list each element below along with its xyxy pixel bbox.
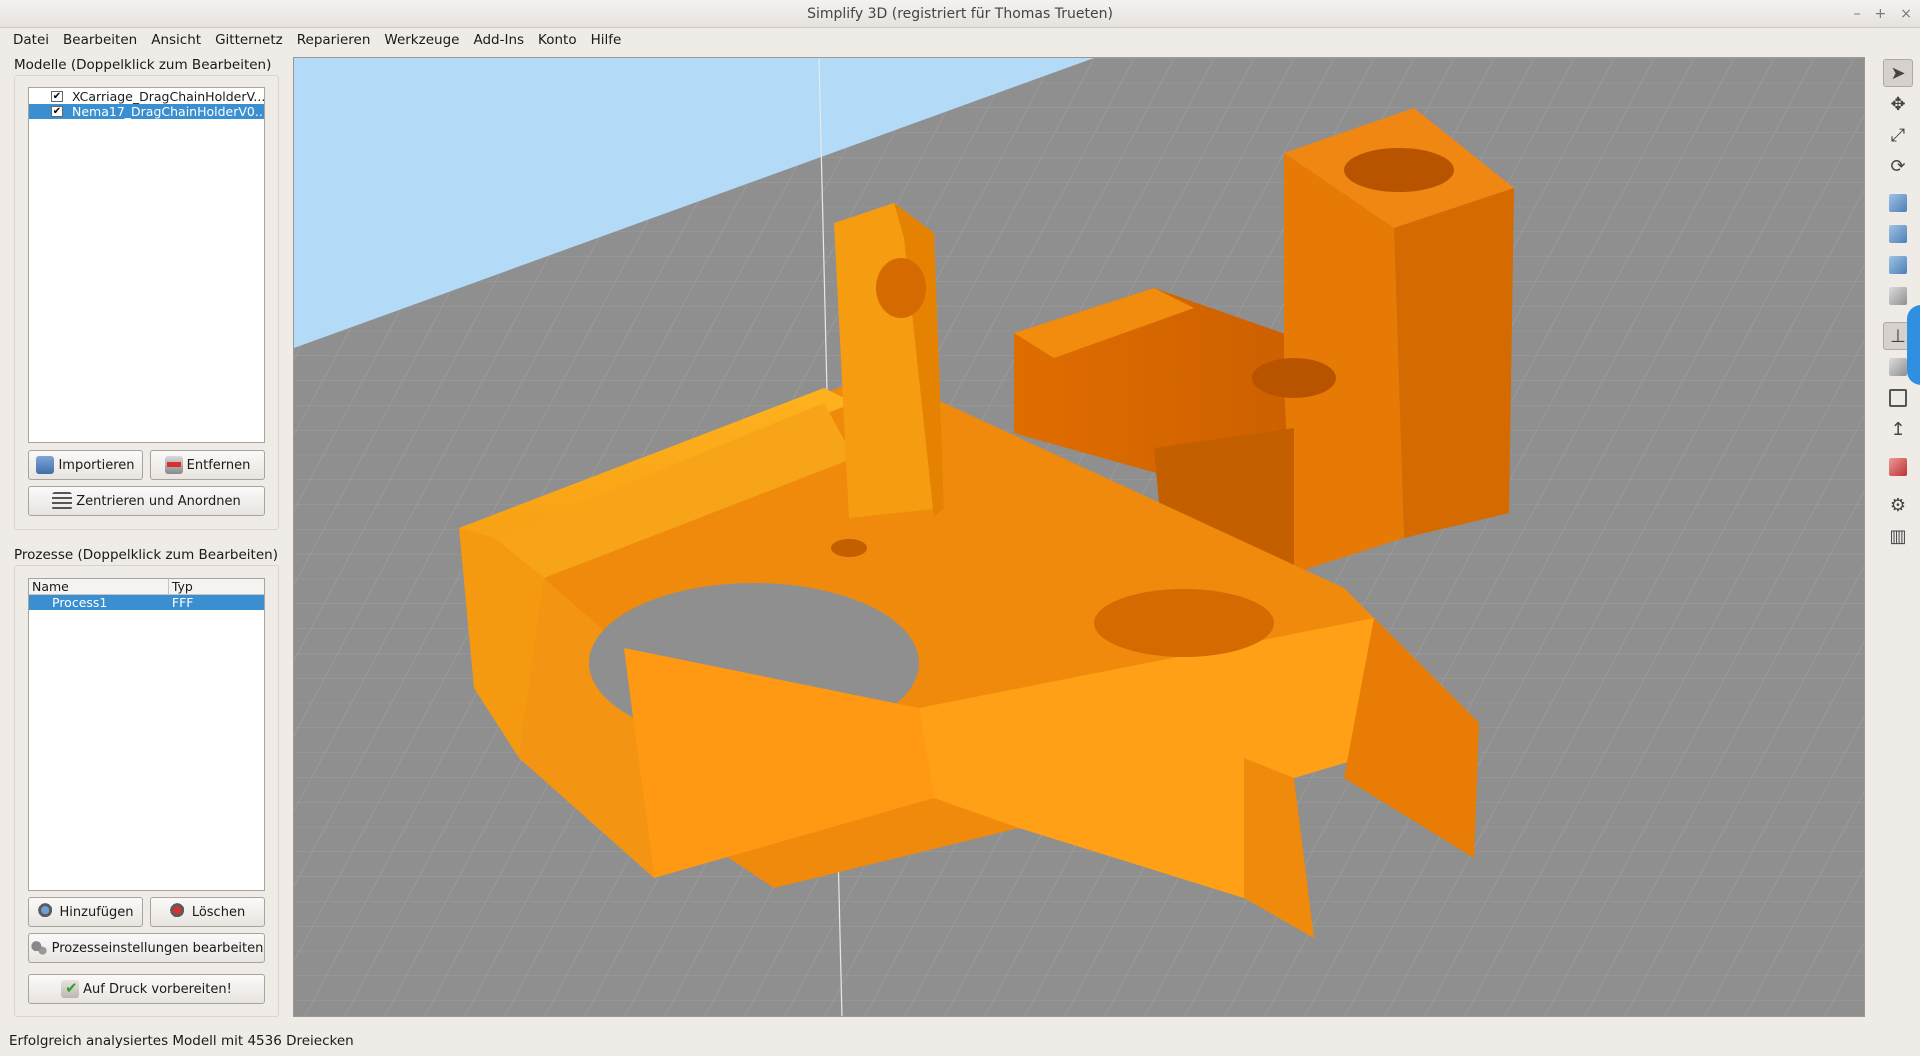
add-gears-icon [37,903,56,921]
axis-z-icon[interactable]: ↥ [1883,415,1913,443]
view-top-icon[interactable] [1883,251,1913,279]
arrange-icon [52,492,73,510]
menu-werkzeuge[interactable]: Werkzeuge [377,28,466,52]
window-titlebar: Simplify 3D (registriert für Thomas True… [0,0,1920,28]
remove-label: Entfernen [186,457,251,473]
menu-bearbeiten[interactable]: Bearbeiten [56,28,144,52]
add-process-label: Hinzufügen [59,904,134,920]
menu-hilfe[interactable]: Hilfe [584,28,629,52]
models-list[interactable]: ✔ XCarriage_DragChainHolderV... ✔ Nema17… [28,87,265,443]
delete-process-label: Löschen [191,904,246,920]
column-type[interactable]: Typ [169,579,264,594]
edit-process-settings-button[interactable]: Prozesseinstellungen bearbeiten [28,933,265,963]
model-row-nema17[interactable]: ✔ Nema17_DragChainHolderV0... [29,104,264,119]
3d-viewport[interactable] [293,57,1865,1017]
view-side-icon[interactable] [1883,282,1913,310]
menu-reparieren[interactable]: Reparieren [290,28,378,52]
remove-button[interactable]: Entfernen [150,450,265,480]
model-name: XCarriage_DragChainHolderV... [72,89,264,104]
machine-icon[interactable]: ▥ [1883,522,1913,550]
menu-add-ins[interactable]: Add-Ins [466,28,531,52]
side-panel-tab[interactable] [1907,305,1920,385]
model-name: Nema17_DragChainHolderV0... [72,104,264,119]
view-iso-icon[interactable] [1883,189,1913,217]
prepare-print-button[interactable]: Auf Druck vorbereiten! [28,974,265,1004]
model-checkbox[interactable]: ✔ [51,106,63,117]
add-process-button[interactable]: Hinzufügen [28,897,143,927]
import-icon [36,456,55,474]
settings-gear-icon[interactable]: ⚙ [1883,491,1913,519]
arrange-label: Zentrieren und Anordnen [76,493,241,509]
menu-datei[interactable]: Datei [6,28,56,52]
cross-section-icon[interactable] [1883,453,1913,481]
process-row[interactable]: Process1 FFF [29,595,264,610]
processes-title: Prozesse (Doppelklick zum Bearbeiten) [14,547,278,563]
rotate-icon[interactable]: ⟳ [1883,152,1913,180]
import-button[interactable]: Importieren [28,450,143,480]
close-icon[interactable]: × [1900,0,1912,28]
processes-table[interactable]: Name Typ Process1 FFF [28,578,265,891]
menu-gitternetz[interactable]: Gitternetz [208,28,290,52]
model-row-xcarriage[interactable]: ✔ XCarriage_DragChainHolderV... [29,89,264,104]
remove-icon [164,456,183,474]
import-label: Importieren [58,457,135,473]
view-front-icon[interactable] [1883,220,1913,248]
process-name: Process1 [52,595,108,610]
scale-icon[interactable]: ⤢ [1883,121,1913,149]
status-bar: Erfolgreich analysiertes Modell mit 4536… [9,1033,354,1049]
edit-settings-label: Prozesseinstellungen bearbeiten [51,940,264,956]
delete-process-button[interactable]: Löschen [150,897,265,927]
center-arrange-button[interactable]: Zentrieren und Anordnen [28,486,265,516]
menu-konto[interactable]: Konto [531,28,584,52]
prepare-check-icon [61,979,80,998]
processes-table-header: Name Typ [29,579,264,595]
view-wireframe-icon[interactable] [1883,384,1913,412]
menu-bar: Datei Bearbeiten Ansicht Gitternetz Repa… [0,28,1920,52]
move-icon[interactable]: ✥ [1883,90,1913,118]
column-name[interactable]: Name [29,579,169,594]
settings-gears-icon [29,939,48,957]
maximize-icon[interactable]: + [1875,0,1887,28]
delete-gears-icon [169,903,188,921]
cursor-icon[interactable]: ➤ [1883,59,1913,87]
window-title: Simplify 3D (registriert für Thomas True… [807,6,1113,22]
menu-ansicht[interactable]: Ansicht [144,28,208,52]
models-title: Modelle (Doppelklick zum Bearbeiten) [14,57,272,73]
process-type: FFF [171,595,194,610]
model-checkbox[interactable]: ✔ [51,91,63,102]
minimize-icon[interactable]: – [1854,0,1861,28]
prepare-print-label: Auf Druck vorbereiten! [83,981,232,997]
